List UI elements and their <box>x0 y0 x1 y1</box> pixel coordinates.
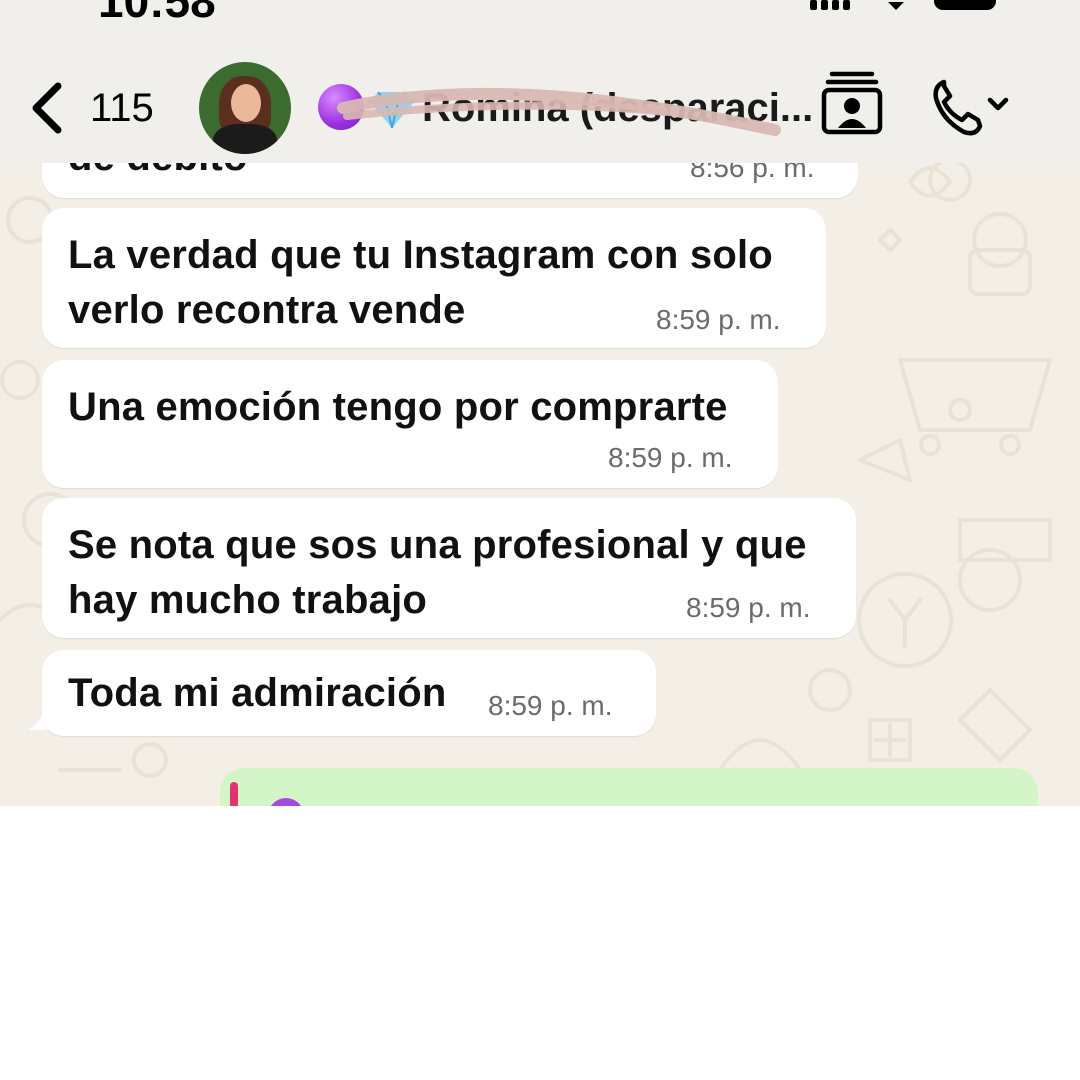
status-icons <box>810 0 996 10</box>
message-line: La verdad que tu Instagram con solo <box>68 233 773 277</box>
outgoing-message-bubble[interactable] <box>220 768 1038 806</box>
message-time: 8:59 p. m. <box>656 304 781 335</box>
contact-card-icon[interactable] <box>820 70 884 136</box>
contact-avatar[interactable] <box>199 62 291 154</box>
message-bubble[interactable]: La verdad que tu Instagram con solo verl… <box>42 208 826 348</box>
phone-call-icon[interactable] <box>930 76 1020 138</box>
purple-circle-emoji-icon <box>318 84 364 130</box>
signal-icon <box>810 0 850 10</box>
message-bubble[interactable]: Toda mi admiración 8:59 p. m. <box>42 650 656 736</box>
quote-accent-bar <box>230 782 238 806</box>
gem-emoji-icon <box>370 91 414 128</box>
chevron-down-icon <box>987 97 1009 111</box>
purple-circle-emoji-icon <box>268 798 304 806</box>
back-chevron-icon[interactable] <box>28 80 68 136</box>
status-time: 10:58 <box>98 0 216 27</box>
blank-area <box>0 806 1080 1080</box>
message-bubble[interactable]: Una emoción tengo por comprarte 8:59 p. … <box>42 360 778 488</box>
message-bubble[interactable]: Se nota que sos una profesional y que ha… <box>42 498 856 638</box>
message-time: 8:59 p. m. <box>686 592 811 623</box>
message-text: Toda mi admiración <box>68 671 447 715</box>
unread-count[interactable]: 115 <box>90 86 154 131</box>
message-time: 8:59 p. m. <box>608 442 733 473</box>
message-text: Una emoción tengo por comprarte <box>68 385 728 429</box>
contact-name[interactable]: Romina (desparaci... <box>422 86 813 131</box>
battery-icon <box>934 0 996 10</box>
message-time: 8:59 p. m. <box>488 690 613 721</box>
chat-header: 10:58 115 Romina (desparaci... <box>0 0 1080 163</box>
wifi-icon <box>888 2 904 10</box>
message-line: Se nota que sos una profesional y que <box>68 523 807 567</box>
